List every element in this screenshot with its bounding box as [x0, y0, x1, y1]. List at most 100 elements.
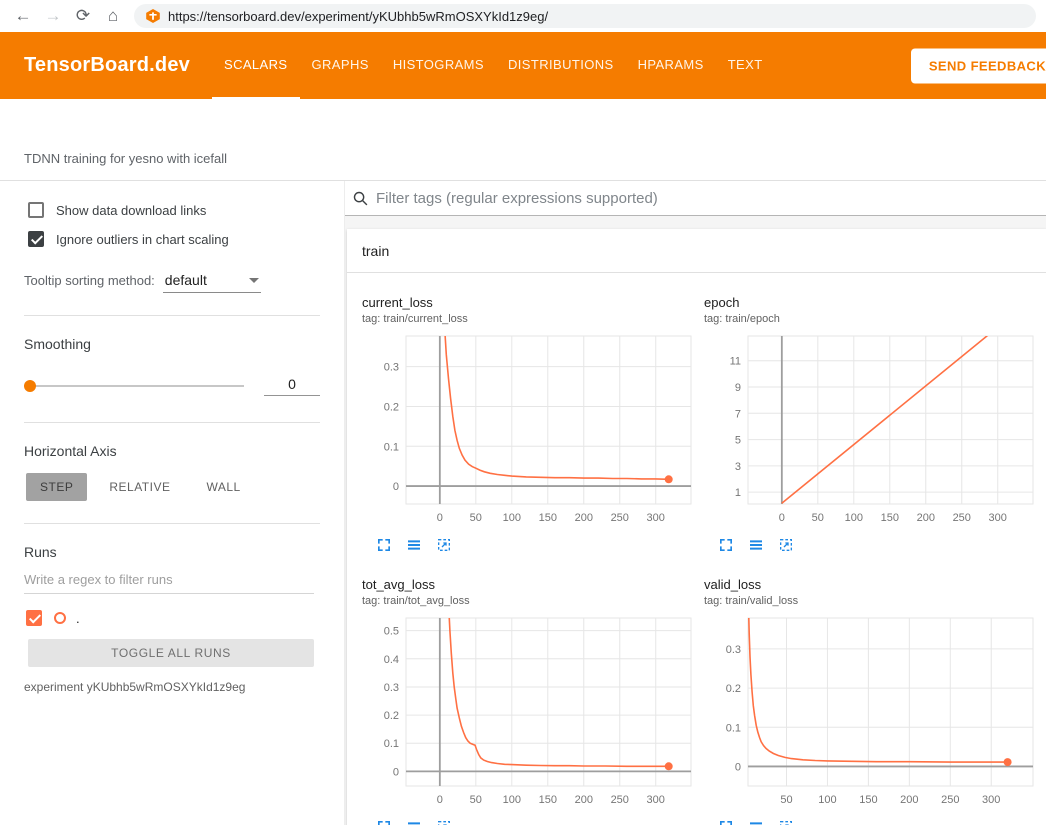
axis-wall-button[interactable]: WALL — [192, 473, 254, 501]
svg-text:1: 1 — [735, 487, 741, 499]
svg-text:0.2: 0.2 — [384, 401, 399, 413]
svg-text:0.3: 0.3 — [726, 644, 741, 656]
group-title[interactable]: train — [347, 229, 1046, 273]
tooltip-sorting-label: Tooltip sorting method: — [24, 273, 155, 288]
run-checkbox[interactable] — [26, 610, 42, 626]
svg-text:0: 0 — [393, 481, 399, 493]
send-feedback-button[interactable]: SEND FEEDBACK — [911, 48, 1046, 83]
list-icon[interactable] — [748, 537, 764, 553]
tab-text[interactable]: TEXT — [716, 32, 775, 99]
ignore-outliers-label: Ignore outliers in chart scaling — [56, 232, 229, 247]
tab-hparams[interactable]: HPARAMS — [626, 32, 716, 99]
tab-scalars[interactable]: SCALARS — [212, 32, 300, 99]
back-icon[interactable]: ← — [8, 6, 38, 26]
line-chart[interactable]: 0501001502002503001357911 — [704, 331, 1039, 531]
svg-text:250: 250 — [611, 794, 629, 806]
horizontal-axis-buttons: STEP RELATIVE WALL — [26, 473, 344, 501]
svg-text:300: 300 — [982, 794, 1000, 806]
tag-filter-bar — [345, 181, 1046, 216]
smoothing-slider[interactable] — [24, 379, 244, 393]
svg-text:100: 100 — [845, 512, 863, 524]
svg-text:7: 7 — [735, 408, 741, 420]
forward-icon[interactable]: → — [38, 6, 68, 26]
url-text[interactable]: https://tensorboard.dev/experiment/yKUbh… — [168, 9, 548, 24]
show-download-links-row[interactable]: Show data download links — [28, 202, 344, 218]
address-bar[interactable]: https://tensorboard.dev/experiment/yKUbh… — [134, 4, 1036, 28]
svg-text:50: 50 — [812, 512, 824, 524]
svg-text:11: 11 — [730, 356, 741, 368]
chart-actions — [362, 819, 697, 825]
expand-chart-icon[interactable] — [376, 819, 392, 825]
runs-filter-input[interactable] — [24, 570, 314, 594]
app-header: TensorBoard.dev SCALARS GRAPHS HISTOGRAM… — [0, 32, 1046, 99]
charts-grid: current_loss tag: train/current_loss 050… — [347, 273, 1046, 825]
experiment-description: TDNN training for yesno with icefall — [24, 151, 227, 166]
run-list-item[interactable]: . — [26, 610, 344, 626]
runs-label: Runs — [24, 544, 344, 560]
slider-rail — [30, 385, 244, 387]
list-icon[interactable] — [748, 819, 764, 825]
brand-logo[interactable]: TensorBoard.dev — [24, 54, 190, 77]
list-icon[interactable] — [406, 537, 422, 553]
fit-domain-icon[interactable] — [436, 537, 452, 553]
chart-actions — [704, 537, 1039, 553]
svg-text:0.5: 0.5 — [384, 626, 399, 638]
svg-text:150: 150 — [881, 512, 899, 524]
svg-text:3: 3 — [735, 461, 741, 473]
browser-toolbar: ← → ⟳ ⌂ https://tensorboard.dev/experime… — [0, 0, 1046, 32]
chart-title: epoch — [704, 295, 1039, 310]
ignore-outliers-checkbox[interactable] — [28, 231, 44, 247]
expand-chart-icon[interactable] — [718, 819, 734, 825]
line-chart[interactable]: 05010015020025030000.10.20.3 — [362, 331, 697, 531]
tooltip-sorting-value: default — [165, 272, 207, 288]
run-color-swatch — [54, 612, 66, 624]
list-icon[interactable] — [406, 819, 422, 825]
reload-icon[interactable]: ⟳ — [68, 6, 98, 26]
chart-title: tot_avg_loss — [362, 577, 697, 592]
tab-histograms[interactable]: HISTOGRAMS — [381, 32, 496, 99]
tag-filter-input[interactable] — [376, 190, 1046, 207]
svg-text:150: 150 — [539, 794, 557, 806]
expand-chart-icon[interactable] — [376, 537, 392, 553]
svg-text:250: 250 — [941, 794, 959, 806]
chart-card-current-loss: current_loss tag: train/current_loss 050… — [362, 295, 697, 553]
slider-thumb[interactable] — [24, 380, 36, 392]
fit-domain-icon[interactable] — [778, 537, 794, 553]
ignore-outliers-row[interactable]: Ignore outliers in chart scaling — [28, 231, 344, 247]
line-chart[interactable]: 05010015020025030000.10.20.30.40.5 — [362, 613, 697, 813]
chart-tag: tag: train/valid_loss — [704, 595, 1039, 607]
svg-text:100: 100 — [818, 794, 836, 806]
svg-text:250: 250 — [611, 512, 629, 524]
svg-text:0.4: 0.4 — [384, 654, 399, 666]
chart-title: valid_loss — [704, 577, 1039, 592]
tab-graphs[interactable]: GRAPHS — [300, 32, 381, 99]
fit-domain-icon[interactable] — [436, 819, 452, 825]
show-download-links-checkbox[interactable] — [28, 202, 44, 218]
nav-tabs: SCALARS GRAPHS HISTOGRAMS DISTRIBUTIONS … — [212, 32, 775, 99]
home-icon[interactable]: ⌂ — [98, 6, 128, 26]
svg-text:100: 100 — [503, 794, 521, 806]
toggle-all-runs-button[interactable]: TOGGLE ALL RUNS — [28, 639, 314, 667]
svg-text:0.3: 0.3 — [384, 682, 399, 694]
svg-text:250: 250 — [953, 512, 971, 524]
svg-text:300: 300 — [989, 512, 1007, 524]
fit-domain-icon[interactable] — [778, 819, 794, 825]
chart-card-epoch: epoch tag: train/epoch 05010015020025030… — [704, 295, 1039, 553]
horizontal-axis-label: Horizontal Axis — [24, 443, 344, 459]
chart-tag: tag: train/tot_avg_loss — [362, 595, 697, 607]
tab-distributions[interactable]: DISTRIBUTIONS — [496, 32, 626, 99]
svg-text:300: 300 — [647, 512, 665, 524]
main-panel: train current_loss tag: train/current_lo… — [345, 181, 1046, 825]
axis-relative-button[interactable]: RELATIVE — [95, 473, 184, 501]
chart-tag: tag: train/epoch — [704, 313, 1039, 325]
line-chart[interactable]: 5010015020025030000.10.20.3 — [704, 613, 1039, 813]
expand-chart-icon[interactable] — [718, 537, 734, 553]
content-area: Show data download links Ignore outliers… — [0, 181, 1046, 825]
settings-sidebar: Show data download links Ignore outliers… — [0, 181, 345, 825]
chart-tag: tag: train/current_loss — [362, 313, 697, 325]
smoothing-label: Smoothing — [24, 336, 344, 352]
smoothing-value[interactable]: 0 — [264, 376, 320, 396]
tooltip-sorting-dropdown[interactable]: default — [163, 272, 261, 293]
smoothing-slider-row: 0 — [24, 376, 320, 396]
axis-step-button[interactable]: STEP — [26, 473, 87, 501]
